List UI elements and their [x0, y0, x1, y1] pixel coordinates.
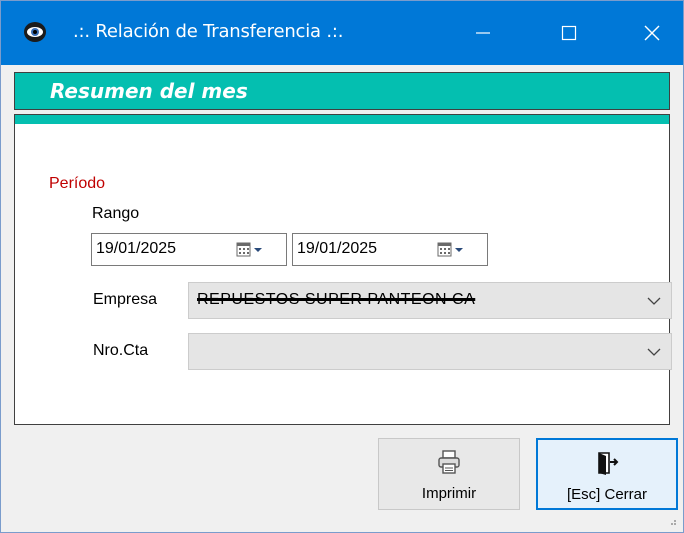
print-button[interactable]: Imprimir — [378, 438, 520, 510]
minimize-icon — [476, 32, 490, 34]
account-select[interactable] — [188, 333, 672, 370]
dialog-window: .:. Relación de Transferencia .:. Resume… — [0, 0, 684, 533]
company-value: REPUESTOS SUPER PANTEON CA — [197, 291, 476, 308]
period-label: Período — [49, 175, 106, 192]
close-label: [Esc] Cerrar — [566, 486, 647, 503]
company-label: Empresa — [93, 291, 158, 308]
date-from-picker[interactable]: 19/01/2025 — [91, 233, 287, 266]
resize-grip-icon[interactable] — [667, 516, 677, 526]
header-title: Resumen del mes — [50, 79, 248, 103]
date-to-picker[interactable]: 19/01/2025 — [292, 233, 488, 266]
window-title: .:. Relación de Transferencia .:. — [73, 21, 344, 42]
chevron-down-icon — [647, 348, 661, 356]
print-label: Imprimir — [421, 485, 477, 502]
printer-icon — [438, 450, 460, 474]
header-panel: Resumen del mes — [14, 72, 670, 110]
range-label: Rango — [92, 205, 140, 222]
account-label: Nro.Cta — [93, 342, 149, 359]
close-icon — [644, 25, 660, 41]
maximize-button[interactable] — [539, 1, 599, 65]
calendar-icon[interactable] — [236, 242, 266, 258]
maximize-icon — [561, 25, 577, 41]
minimize-button[interactable] — [453, 1, 513, 65]
title-bar[interactable]: .:. Relación de Transferencia .:. — [1, 1, 683, 65]
chevron-down-icon — [647, 297, 661, 305]
date-to-value: 19/01/2025 — [297, 240, 378, 257]
close-button[interactable]: [Esc] Cerrar — [536, 438, 678, 510]
exit-door-icon — [598, 452, 619, 475]
eye-icon — [24, 22, 46, 42]
panel-accent-strip — [15, 115, 669, 124]
date-from-value: 19/01/2025 — [96, 240, 177, 257]
close-window-button[interactable] — [622, 1, 682, 65]
form-panel: Período Rango 19/01/2025 19/01/2025 Empr — [14, 114, 672, 425]
calendar-icon[interactable] — [437, 242, 467, 258]
company-select[interactable]: REPUESTOS SUPER PANTEON CA — [188, 282, 672, 319]
